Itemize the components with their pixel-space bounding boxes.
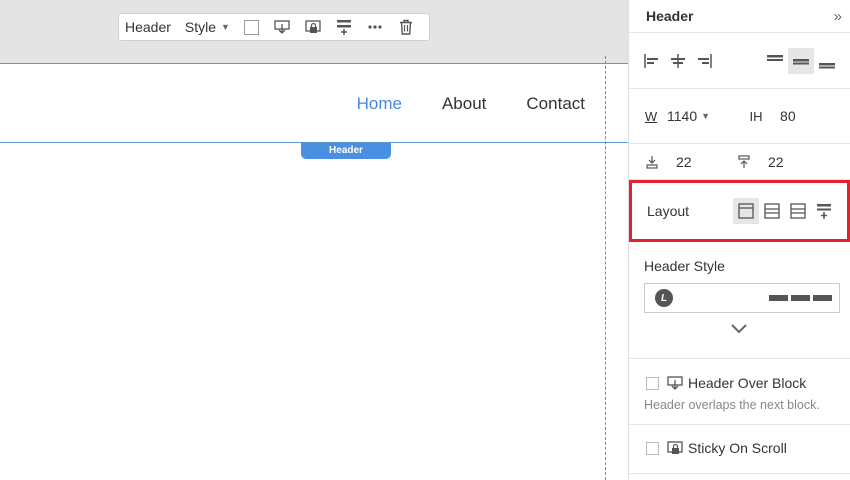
header-over-block-checkbox[interactable]: [646, 376, 659, 390]
panel-header: Header »: [629, 0, 850, 33]
toolbar-style-dropdown[interactable]: Style ▼: [185, 19, 230, 35]
align-right-icon: [698, 53, 712, 68]
sticky-section: Sticky On Scroll: [629, 425, 850, 474]
header-over-block-section: Header Over Block Header overlaps the ne…: [629, 359, 850, 425]
valign-middle-icon: [793, 58, 809, 64]
valign-bottom-button[interactable]: [814, 48, 840, 74]
width-icon: W: [644, 108, 658, 124]
header-over-block-hint: Header overlaps the next block.: [644, 398, 820, 412]
layout-label: Layout: [647, 203, 690, 219]
padding-section: 22 22: [629, 144, 850, 180]
padding-top-icon: [646, 155, 658, 169]
padding-bottom-value[interactable]: 22: [768, 154, 784, 170]
container-guide-line: [605, 56, 606, 480]
toolbar-color-button[interactable]: [243, 19, 259, 35]
layout-option-2-button[interactable]: [759, 198, 785, 224]
nav-link-about[interactable]: About: [442, 94, 486, 114]
toolbar-more-button[interactable]: [367, 19, 383, 35]
header-nav: Home About Contact: [317, 94, 585, 114]
sticky-checkbox[interactable]: [646, 441, 659, 455]
align-left-icon: [644, 53, 658, 68]
layout-option-3-button[interactable]: [785, 198, 811, 224]
panel-title: Header: [646, 8, 694, 24]
toolbar-style-label: Style: [184, 19, 217, 35]
header-over-icon: [274, 20, 290, 34]
dimensions-section: W 1140 ▼ IH 80: [629, 89, 850, 144]
padding-top-value[interactable]: 22: [676, 154, 738, 170]
toolbar-header-over-button[interactable]: [274, 19, 290, 35]
align-center-button[interactable]: [665, 48, 691, 74]
properties-panel: Header » W 1140 ▼ IH 80 22 22 Layout Hea…: [628, 0, 850, 480]
menu-bars-icon: [766, 295, 832, 301]
align-left-button[interactable]: [639, 48, 665, 74]
header-style-label: Header Style: [644, 258, 725, 274]
height-icon: IH: [749, 108, 763, 124]
layout-split-icon: [764, 203, 780, 219]
padding-bottom-icon: [738, 154, 750, 168]
layout-stacked-icon: [790, 203, 806, 219]
header-over-block-row: Header Over Block: [629, 375, 850, 391]
trash-icon: [399, 19, 412, 35]
toolbar-header-button[interactable]: Header: [125, 19, 171, 35]
valign-middle-button[interactable]: [788, 47, 814, 74]
editor-canvas: Header Style ▼ Home About Contact Header: [0, 0, 628, 480]
nav-link-contact[interactable]: Contact: [526, 94, 585, 114]
height-value[interactable]: 80: [780, 108, 796, 124]
sticky-lock-icon: [305, 20, 321, 33]
layout-section: Layout: [629, 180, 850, 242]
toolbar-sticky-button[interactable]: [305, 19, 321, 35]
caret-down-icon: ▼: [221, 22, 230, 32]
more-dots-icon: [368, 25, 382, 29]
sticky-lock-icon: [667, 441, 683, 454]
logo-placeholder-icon: L: [655, 289, 673, 307]
width-value[interactable]: 1140: [667, 108, 697, 124]
valign-bottom-icon: [819, 62, 835, 68]
header-over-block-label[interactable]: Header Over Block: [688, 375, 806, 391]
header-style-selector[interactable]: L: [644, 283, 840, 313]
add-row-icon: [336, 20, 351, 35]
expand-styles-chevron-icon[interactable]: [730, 322, 748, 340]
color-swatch-icon: [243, 19, 259, 35]
valign-top-icon: [767, 54, 783, 61]
header-block[interactable]: Home About Contact: [0, 65, 628, 143]
toolbar-header-label: Header: [125, 19, 171, 35]
sticky-row: Sticky On Scroll: [629, 440, 850, 456]
canvas-top-area: Header Style ▼: [0, 0, 628, 64]
sticky-label[interactable]: Sticky On Scroll: [688, 440, 787, 456]
layout-boxed-icon: [738, 203, 754, 219]
toolbar-delete-button[interactable]: [398, 19, 414, 35]
alignment-section: [629, 33, 850, 89]
valign-top-button[interactable]: [762, 48, 788, 74]
header-block-tag[interactable]: Header: [301, 143, 391, 159]
collapse-panel-icon[interactable]: »: [834, 8, 842, 25]
align-center-icon: [671, 53, 685, 68]
nav-link-home[interactable]: Home: [357, 94, 402, 114]
layout-add-icon: [817, 204, 831, 219]
align-right-button[interactable]: [691, 48, 717, 74]
header-over-icon: [667, 376, 683, 390]
layout-option-1-button[interactable]: [733, 198, 759, 224]
block-toolbar: Header Style ▼: [118, 13, 430, 41]
layout-add-button[interactable]: [811, 198, 837, 224]
width-dropdown-caret-icon[interactable]: ▼: [701, 111, 710, 121]
toolbar-add-button[interactable]: [336, 19, 352, 35]
